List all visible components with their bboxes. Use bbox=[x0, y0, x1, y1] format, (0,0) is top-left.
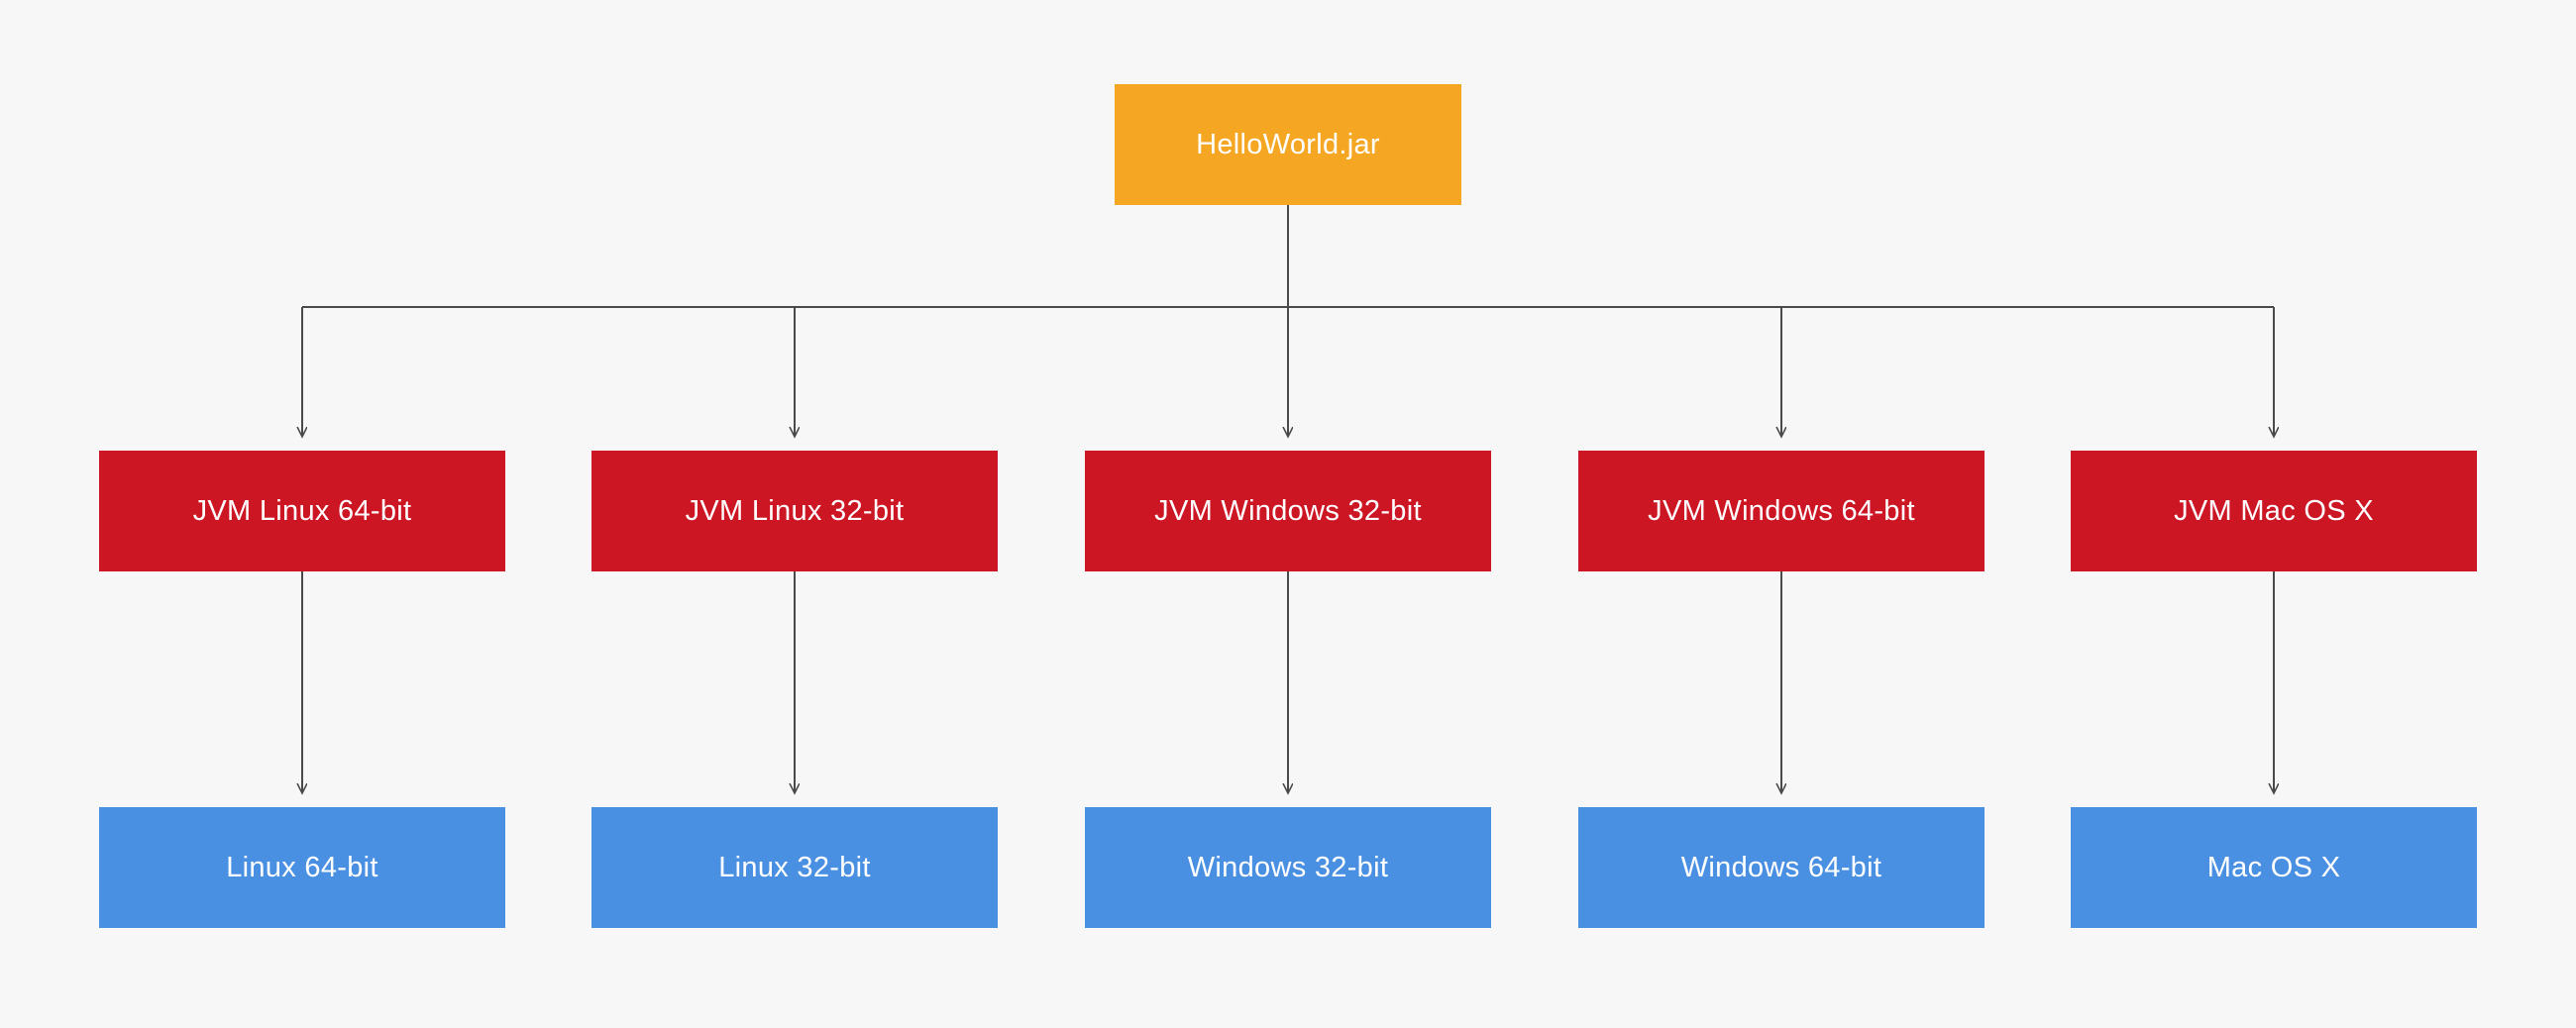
jvm-node-windows-32: JVM Windows 32-bit bbox=[1085, 451, 1491, 571]
os-node-macosx: Mac OS X bbox=[2071, 807, 2477, 928]
jvm-node-linux-32: JVM Linux 32-bit bbox=[591, 451, 998, 571]
jvm-label: JVM Windows 32-bit bbox=[1154, 495, 1422, 528]
os-label: Linux 32-bit bbox=[718, 852, 871, 884]
os-label: Windows 64-bit bbox=[1681, 852, 1881, 884]
jvm-label: JVM Linux 64-bit bbox=[193, 495, 412, 528]
jvm-label: JVM Linux 32-bit bbox=[686, 495, 905, 528]
os-node-linux-32: Linux 32-bit bbox=[591, 807, 998, 928]
os-label: Windows 32-bit bbox=[1188, 852, 1388, 884]
jvm-node-windows-64: JVM Windows 64-bit bbox=[1578, 451, 1985, 571]
os-node-windows-64: Windows 64-bit bbox=[1578, 807, 1985, 928]
jvm-label: JVM Windows 64-bit bbox=[1648, 495, 1915, 528]
jvm-node-linux-64: JVM Linux 64-bit bbox=[99, 451, 505, 571]
jvm-architecture-diagram: HelloWorld.jar JVM Linux 64-bit JVM Linu… bbox=[0, 0, 2576, 1028]
jvm-node-macosx: JVM Mac OS X bbox=[2071, 451, 2477, 571]
os-label: Mac OS X bbox=[2207, 852, 2341, 884]
jvm-label: JVM Mac OS X bbox=[2174, 495, 2374, 528]
os-node-linux-64: Linux 64-bit bbox=[99, 807, 505, 928]
root-node-jar: HelloWorld.jar bbox=[1115, 84, 1461, 205]
root-label: HelloWorld.jar bbox=[1196, 129, 1380, 161]
os-label: Linux 64-bit bbox=[226, 852, 378, 884]
os-node-windows-32: Windows 32-bit bbox=[1085, 807, 1491, 928]
